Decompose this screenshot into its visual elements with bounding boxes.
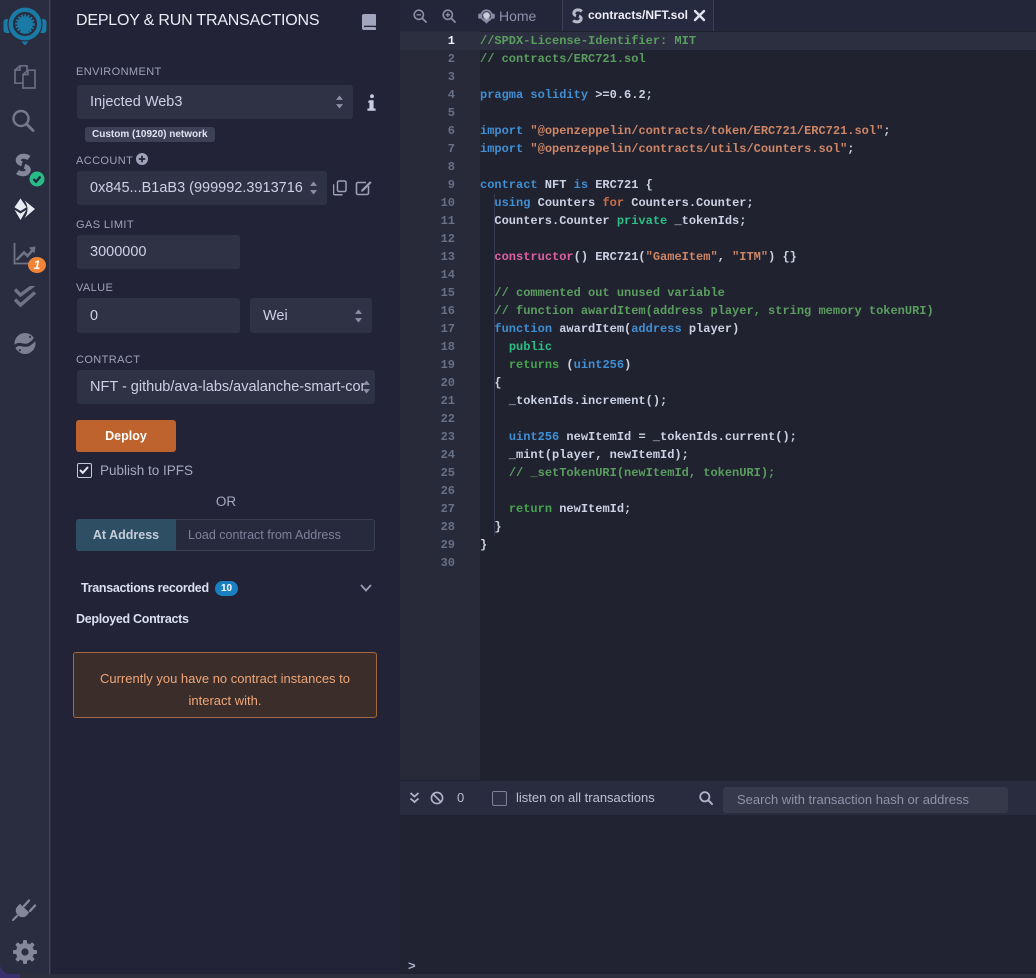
svg-text:1: 1	[34, 258, 41, 272]
